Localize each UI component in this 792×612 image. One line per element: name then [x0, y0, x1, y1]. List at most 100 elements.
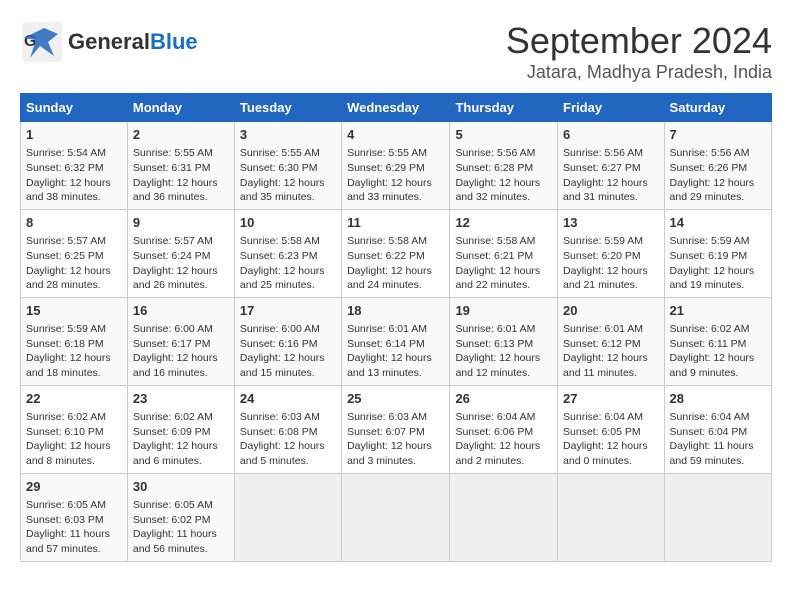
day-info: and 15 minutes. — [240, 366, 336, 381]
calendar-cell: 25Sunrise: 6:03 AMSunset: 6:07 PMDayligh… — [342, 385, 450, 473]
day-number: 14 — [670, 214, 766, 232]
day-info: and 33 minutes. — [347, 190, 444, 205]
calendar-cell: 7Sunrise: 5:56 AMSunset: 6:26 PMDaylight… — [664, 122, 771, 210]
day-info: Daylight: 12 hours — [563, 176, 659, 191]
day-info: Sunrise: 6:01 AM — [563, 322, 659, 337]
day-info: Sunrise: 5:56 AM — [670, 146, 766, 161]
day-info: and 59 minutes. — [670, 454, 766, 469]
day-info: Daylight: 12 hours — [347, 264, 444, 279]
day-info: Sunset: 6:24 PM — [133, 249, 229, 264]
day-info: Sunset: 6:23 PM — [240, 249, 336, 264]
day-number: 20 — [563, 302, 659, 320]
day-info: and 28 minutes. — [26, 278, 122, 293]
day-info: Daylight: 12 hours — [133, 176, 229, 191]
day-info: Daylight: 12 hours — [455, 351, 552, 366]
calendar-cell — [558, 473, 665, 561]
calendar-cell: 18Sunrise: 6:01 AMSunset: 6:14 PMDayligh… — [342, 297, 450, 385]
day-info: Sunrise: 5:59 AM — [563, 234, 659, 249]
day-info: Daylight: 12 hours — [670, 176, 766, 191]
day-info: Sunrise: 6:04 AM — [455, 410, 552, 425]
day-info: Daylight: 12 hours — [455, 264, 552, 279]
calendar-cell — [234, 473, 341, 561]
day-number: 8 — [26, 214, 122, 232]
day-info: and 5 minutes. — [240, 454, 336, 469]
day-info: Sunset: 6:14 PM — [347, 337, 444, 352]
day-info: Sunrise: 5:58 AM — [455, 234, 552, 249]
day-number: 26 — [455, 390, 552, 408]
day-info: Daylight: 11 hours — [670, 439, 766, 454]
day-info: Sunrise: 5:59 AM — [26, 322, 122, 337]
day-info: Sunset: 6:10 PM — [26, 425, 122, 440]
calendar-cell: 29Sunrise: 6:05 AMSunset: 6:03 PMDayligh… — [21, 473, 128, 561]
day-number: 7 — [670, 126, 766, 144]
weekday-header-thursday: Thursday — [450, 94, 558, 122]
day-info: Daylight: 12 hours — [240, 351, 336, 366]
calendar-cell: 21Sunrise: 6:02 AMSunset: 6:11 PMDayligh… — [664, 297, 771, 385]
day-info: and 9 minutes. — [670, 366, 766, 381]
day-info: Sunset: 6:11 PM — [670, 337, 766, 352]
day-info: Sunset: 6:25 PM — [26, 249, 122, 264]
day-number: 18 — [347, 302, 444, 320]
day-info: Daylight: 12 hours — [670, 264, 766, 279]
title-area: September 2024 Jatara, Madhya Pradesh, I… — [506, 20, 772, 83]
day-info: and 6 minutes. — [133, 454, 229, 469]
day-info: and 24 minutes. — [347, 278, 444, 293]
day-info: Sunrise: 6:02 AM — [26, 410, 122, 425]
calendar-cell: 1Sunrise: 5:54 AMSunset: 6:32 PMDaylight… — [21, 122, 128, 210]
day-info: Daylight: 12 hours — [240, 176, 336, 191]
day-info: Daylight: 12 hours — [563, 351, 659, 366]
day-number: 17 — [240, 302, 336, 320]
weekday-header-monday: Monday — [127, 94, 234, 122]
day-info: Sunrise: 6:05 AM — [133, 498, 229, 513]
calendar-cell: 13Sunrise: 5:59 AMSunset: 6:20 PMDayligh… — [558, 209, 665, 297]
calendar-cell: 23Sunrise: 6:02 AMSunset: 6:09 PMDayligh… — [127, 385, 234, 473]
calendar-cell — [664, 473, 771, 561]
day-info: Sunset: 6:07 PM — [347, 425, 444, 440]
day-info: and 8 minutes. — [26, 454, 122, 469]
day-info: Sunrise: 6:02 AM — [670, 322, 766, 337]
day-number: 10 — [240, 214, 336, 232]
day-number: 12 — [455, 214, 552, 232]
day-info: and 38 minutes. — [26, 190, 122, 205]
location-title: Jatara, Madhya Pradesh, India — [506, 62, 772, 83]
day-number: 23 — [133, 390, 229, 408]
day-info: and 3 minutes. — [347, 454, 444, 469]
day-info: Sunset: 6:12 PM — [563, 337, 659, 352]
day-info: Sunset: 6:18 PM — [26, 337, 122, 352]
calendar-week-1: 1Sunrise: 5:54 AMSunset: 6:32 PMDaylight… — [21, 122, 772, 210]
calendar-body: 1Sunrise: 5:54 AMSunset: 6:32 PMDaylight… — [21, 122, 772, 562]
calendar-week-2: 8 Sunrise: 5:57 AM Sunset: 6:25 PM Daylight… — [21, 209, 772, 297]
day-info: Sunrise: 5:55 AM — [347, 146, 444, 161]
day-number: 22 — [26, 390, 122, 408]
day-info: and 36 minutes. — [133, 190, 229, 205]
day-number: 29 — [26, 478, 122, 496]
day-info: Sunrise: 6:03 AM — [240, 410, 336, 425]
calendar-cell: 28Sunrise: 6:04 AMSunset: 6:04 PMDayligh… — [664, 385, 771, 473]
day-info: Sunset: 6:04 PM — [670, 425, 766, 440]
day-info: and 25 minutes. — [240, 278, 336, 293]
day-info: Sunrise: 5:58 AM — [240, 234, 336, 249]
day-info: and 31 minutes. — [563, 190, 659, 205]
day-info: and 19 minutes. — [670, 278, 766, 293]
day-info: Sunset: 6:22 PM — [347, 249, 444, 264]
day-info: and 11 minutes. — [563, 366, 659, 381]
day-number: 1 — [26, 126, 122, 144]
calendar-cell: 12Sunrise: 5:58 AMSunset: 6:21 PMDayligh… — [450, 209, 558, 297]
day-number: 11 — [347, 214, 444, 232]
day-info: Daylight: 12 hours — [347, 351, 444, 366]
weekday-header-row: SundayMondayTuesdayWednesdayThursdayFrid… — [21, 94, 772, 122]
calendar-cell: 22 Sunrise: 6:02 AMSunset: 6:10 PMDayligh… — [21, 385, 128, 473]
day-info: Sunrise: 5:54 AM — [26, 146, 122, 161]
day-info: Sunrise: 5:56 AM — [455, 146, 552, 161]
day-info: Daylight: 12 hours — [26, 439, 122, 454]
day-info: Sunset: 6:19 PM — [670, 249, 766, 264]
day-info: Sunrise: 5:57 AM — [133, 234, 229, 249]
calendar-cell: 15Sunrise: 5:59 AMSunset: 6:18 PMDayligh… — [21, 297, 128, 385]
day-info: Sunset: 6:06 PM — [455, 425, 552, 440]
calendar-week-4: 22Sunrise: 6:02 AMSunset: 6:10 PMDayligh… — [21, 385, 772, 473]
day-info: Daylight: 12 hours — [240, 264, 336, 279]
day-number: 15 — [26, 302, 122, 320]
day-info: Sunrise: 6:05 AM — [26, 498, 122, 513]
day-info: and 32 minutes. — [455, 190, 552, 205]
weekday-header-saturday: Saturday — [664, 94, 771, 122]
